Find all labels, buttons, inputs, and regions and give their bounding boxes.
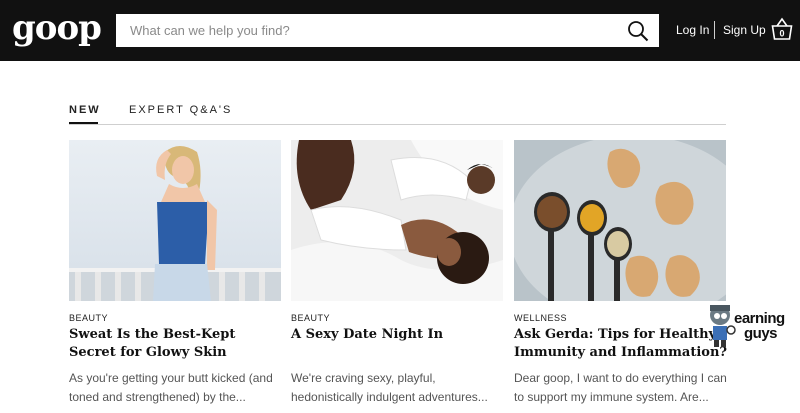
watermark-line-1: earning: [734, 310, 785, 327]
article-title[interactable]: Ask Gerda: Tips for Healthy Immunity and…: [514, 326, 729, 362]
article-image[interactable]: [291, 140, 503, 301]
article-title[interactable]: Sweat Is the Best-Kept Secret for Glowy …: [69, 326, 284, 362]
article-image[interactable]: [69, 140, 281, 301]
site-header: goop Log In Sign Up 0: [0, 0, 800, 61]
search-input[interactable]: [130, 14, 610, 47]
search-bar[interactable]: [116, 14, 659, 47]
article-title[interactable]: A Sexy Date Night In: [291, 326, 506, 344]
article-excerpt: As you're getting your butt kicked (and …: [69, 371, 273, 404]
basket-icon[interactable]: 0: [771, 17, 793, 41]
tab-expert-qas[interactable]: EXPERT Q&A'S: [129, 103, 232, 117]
goop-logo[interactable]: goop: [12, 6, 102, 50]
article-category: BEAUTY: [69, 313, 109, 323]
article-category: WELLNESS: [514, 313, 568, 323]
watermark-line-2: guys: [744, 325, 778, 342]
article-image[interactable]: [514, 140, 726, 301]
login-link[interactable]: Log In: [676, 23, 709, 37]
cart-count: 0: [779, 29, 784, 39]
article-category: BEAUTY: [291, 313, 331, 323]
article-excerpt: We're craving sexy, playful, hedonistica…: [291, 371, 488, 404]
article-excerpt: Dear goop, I want to do everything I can…: [514, 371, 727, 404]
content-tabs: NEW EXPERT Q&A'S: [69, 103, 726, 125]
active-tab-indicator: [69, 122, 98, 124]
earning-guys-watermark: earning guys: [704, 302, 800, 348]
mascot-icon: [710, 305, 736, 347]
header-divider: [714, 21, 715, 39]
tab-new[interactable]: NEW: [69, 103, 101, 117]
signup-link[interactable]: Sign Up: [723, 23, 766, 37]
search-icon[interactable]: [627, 20, 649, 42]
